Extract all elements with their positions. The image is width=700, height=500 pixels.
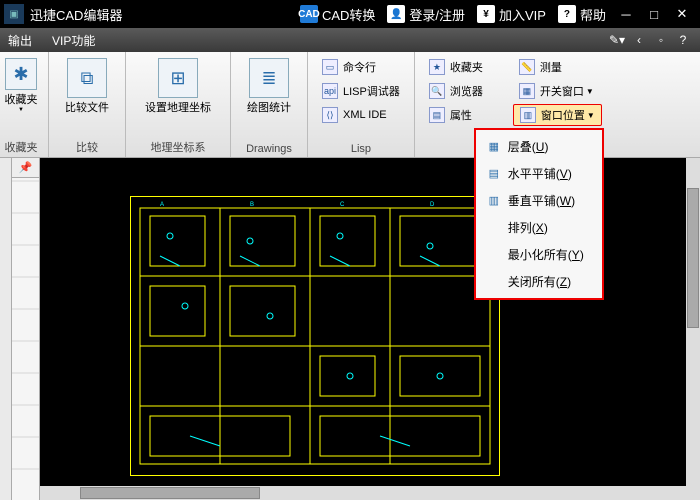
- layout-icon: ▥: [520, 107, 536, 123]
- app-title: 迅捷CAD编辑器: [30, 5, 122, 24]
- cmd-icon: ▭: [322, 59, 338, 75]
- menu-tile-horizontal[interactable]: ▤水平平铺(V): [476, 160, 602, 187]
- group-window: ★收藏夹 🔍浏览器 ▤属性 📏测量 ▦开关窗口▼ ▥窗口位置▼ ▦层叠(U) ▤…: [415, 52, 610, 157]
- edit-icon[interactable]: ✎▾: [608, 31, 626, 49]
- favorites-icon: ✱: [5, 58, 37, 90]
- horizontal-scrollbar[interactable]: [40, 486, 700, 500]
- close-button[interactable]: ✕: [670, 4, 694, 24]
- titlebar: ▣ 迅捷CAD编辑器 CAD CAD转换 👤 登录/注册 ¥ 加入VIP ? 帮…: [0, 0, 700, 28]
- browser-icon: 🔍: [429, 83, 445, 99]
- lisp-debugger-button[interactable]: apiLISP调试器: [316, 80, 406, 102]
- chevron-left-icon[interactable]: ‹: [630, 31, 648, 49]
- favorites-small-button[interactable]: ★收藏夹: [423, 56, 509, 78]
- svg-text:D: D: [430, 202, 435, 208]
- app-logo-icon: ▣: [4, 4, 24, 24]
- help-small-icon[interactable]: ?: [674, 31, 692, 49]
- left-panel: 📌: [12, 158, 40, 500]
- api-icon: api: [322, 83, 338, 99]
- window-position-menu: ▦层叠(U) ▤水平平铺(V) ▥垂直平铺(W) 排列(X) 最小化所有(Y) …: [474, 128, 604, 300]
- svg-text:A: A: [160, 202, 164, 208]
- command-line-button[interactable]: ▭命令行: [316, 56, 406, 78]
- cad-convert-button[interactable]: CAD CAD转换: [300, 5, 375, 24]
- measure-button[interactable]: 📏测量: [513, 56, 602, 78]
- user-icon: 👤: [387, 5, 405, 23]
- properties-button[interactable]: ▤属性: [423, 104, 509, 126]
- svg-text:C: C: [340, 202, 345, 208]
- group-favorites: ✱ 收藏夹 ▼ 收藏夹: [0, 52, 49, 157]
- group-lisp: ▭命令行 apiLISP调试器 ⟨⟩XML IDE Lisp: [308, 52, 415, 157]
- minimize-button[interactable]: ─: [614, 4, 638, 24]
- menu-minimize-all[interactable]: 最小化所有(Y): [476, 241, 602, 268]
- browser-button[interactable]: 🔍浏览器: [423, 80, 509, 102]
- cad-icon: CAD: [300, 5, 318, 23]
- scroll-thumb[interactable]: [80, 487, 260, 499]
- scroll-thumb[interactable]: [687, 188, 699, 328]
- menu-cascade[interactable]: ▦层叠(U): [476, 133, 602, 160]
- maximize-button[interactable]: □: [642, 4, 666, 24]
- window-position-button[interactable]: ▥窗口位置▼ ▦层叠(U) ▤水平平铺(V) ▥垂直平铺(W) 排列(X) 最小…: [513, 104, 602, 126]
- xml-ide-button[interactable]: ⟨⟩XML IDE: [316, 104, 406, 126]
- expand-icon[interactable]: ◦: [652, 31, 670, 49]
- props-icon: ▤: [429, 107, 445, 123]
- svg-text:B: B: [250, 202, 254, 208]
- pin-icon[interactable]: 📌: [12, 158, 39, 178]
- vip-button[interactable]: ¥ 加入VIP: [477, 5, 546, 24]
- group-geo: ⊞ 设置地理坐标 地理坐标系: [126, 52, 231, 157]
- compare-icon: ⧉: [67, 58, 107, 98]
- star-icon: ★: [429, 59, 445, 75]
- tile-v-icon: ▥: [486, 194, 502, 208]
- favorites-button[interactable]: ✱ 收藏夹 ▼: [2, 56, 40, 114]
- window-icon: ▦: [519, 83, 535, 99]
- help-icon: ?: [558, 5, 576, 23]
- tile-h-icon: ▤: [486, 167, 502, 181]
- floor-plan: A B C D: [130, 196, 500, 476]
- vertical-scrollbar[interactable]: [686, 158, 700, 486]
- group-drawings: ≣ 绘图统计 Drawings: [231, 52, 308, 157]
- chevron-down-icon: ▼: [587, 111, 595, 120]
- tab-output[interactable]: 输出: [8, 32, 32, 49]
- help-button[interactable]: ? 帮助: [558, 5, 606, 24]
- stats-icon: ≣: [249, 58, 289, 98]
- chevron-down-icon: ▼: [586, 87, 594, 96]
- set-geo-button[interactable]: ⊞ 设置地理坐标: [134, 56, 222, 115]
- yen-icon: ¥: [477, 5, 495, 23]
- left-vertical-tabs: [0, 158, 12, 500]
- cascade-icon: ▦: [486, 140, 502, 154]
- toggle-window-button[interactable]: ▦开关窗口▼: [513, 80, 602, 102]
- ruler-icon: 📏: [519, 59, 535, 75]
- compare-files-button[interactable]: ⧉ 比较文件: [57, 56, 117, 115]
- group-compare: ⧉ 比较文件 比较: [49, 52, 126, 157]
- login-button[interactable]: 👤 登录/注册: [387, 5, 465, 24]
- menu-tile-vertical[interactable]: ▥垂直平铺(W): [476, 187, 602, 214]
- drawing-stats-button[interactable]: ≣ 绘图统计: [239, 56, 299, 115]
- geo-icon: ⊞: [158, 58, 198, 98]
- menu-close-all[interactable]: 关闭所有(Z): [476, 268, 602, 295]
- ribbon: ✱ 收藏夹 ▼ 收藏夹 ⧉ 比较文件 比较 ⊞ 设置地理坐标 地理坐标系 ≣: [0, 52, 700, 158]
- favorites-sub: ▼: [2, 107, 40, 114]
- menu-arrange[interactable]: 排列(X): [476, 214, 602, 241]
- tab-vip[interactable]: VIP功能: [52, 32, 95, 49]
- panel-body: [12, 178, 39, 500]
- tabbar: 输出 VIP功能 ✎▾ ‹ ◦ ?: [0, 28, 700, 52]
- xml-icon: ⟨⟩: [322, 107, 338, 123]
